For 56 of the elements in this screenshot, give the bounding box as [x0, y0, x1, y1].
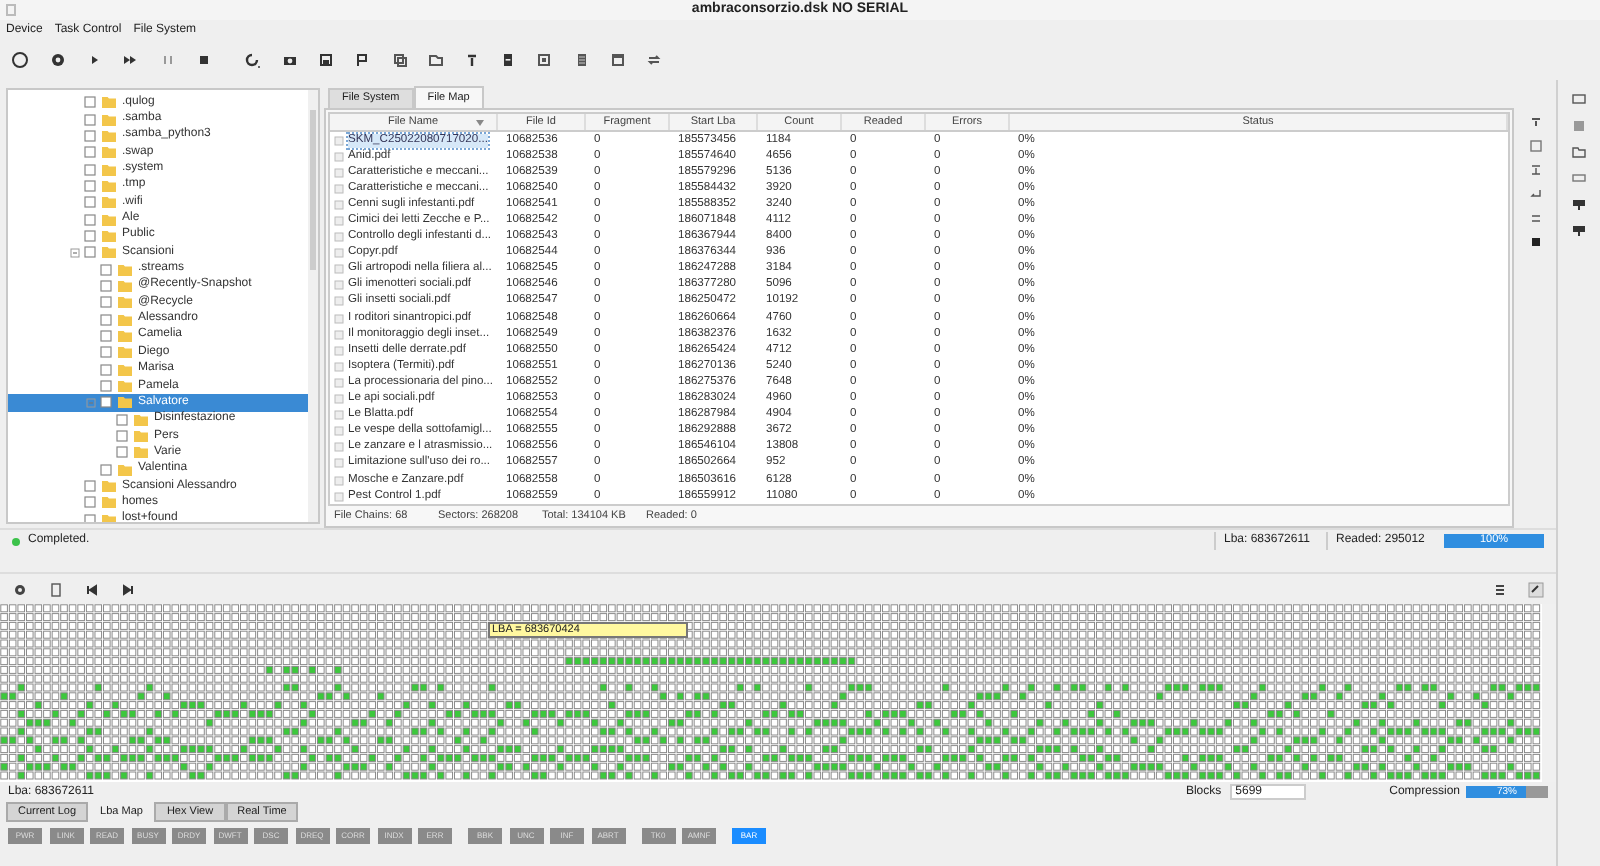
- sync-icon[interactable]: [644, 50, 664, 70]
- checkbox[interactable]: [84, 163, 96, 176]
- checkbox[interactable]: [84, 129, 96, 142]
- folder-icon[interactable]: [1572, 146, 1586, 158]
- pause-icon[interactable]: [158, 50, 178, 70]
- checkbox[interactable]: [100, 463, 112, 476]
- checkbox[interactable]: [84, 513, 96, 522]
- skip-forward-icon[interactable]: [120, 581, 136, 597]
- window-icon[interactable]: [608, 50, 628, 70]
- checkbox[interactable]: [100, 313, 112, 326]
- checkbox[interactable]: [84, 213, 96, 226]
- checkbox[interactable]: [116, 413, 128, 426]
- checkbox[interactable]: [84, 179, 96, 192]
- checkbox[interactable]: [100, 296, 112, 309]
- checkbox[interactable]: [84, 496, 96, 509]
- drive-icon[interactable]: [1572, 198, 1586, 210]
- checkbox[interactable]: [100, 380, 112, 393]
- frame-icon[interactable]: [1529, 140, 1541, 152]
- collapse-icon[interactable]: [70, 247, 80, 258]
- flag-icon[interactable]: [352, 50, 372, 70]
- page-icon[interactable]: [48, 581, 64, 597]
- app-icon: [6, 4, 16, 16]
- checkbox[interactable]: [100, 363, 112, 376]
- gear-icon[interactable]: [12, 581, 28, 597]
- folder-icon[interactable]: [426, 50, 446, 70]
- checkbox[interactable]: [84, 480, 96, 493]
- checkbox[interactable]: [84, 96, 96, 109]
- checkbox[interactable]: [116, 446, 128, 459]
- power-icon[interactable]: [10, 50, 30, 70]
- checkbox[interactable]: [84, 196, 96, 209]
- status-dot-icon: [12, 537, 20, 545]
- checkbox[interactable]: [116, 430, 128, 443]
- checkbox[interactable]: [84, 229, 96, 242]
- checkbox[interactable]: [100, 396, 112, 409]
- checkbox[interactable]: [84, 146, 96, 159]
- stop-icon[interactable]: [1529, 236, 1541, 248]
- fast-forward-icon[interactable]: [120, 50, 140, 70]
- checkbox[interactable]: [100, 346, 112, 359]
- copy-icon[interactable]: [390, 50, 410, 70]
- checkbox[interactable]: [84, 246, 96, 259]
- checkbox[interactable]: [84, 113, 96, 126]
- monitor-icon[interactable]: [1572, 94, 1586, 106]
- drive-icon[interactable]: [1572, 224, 1586, 236]
- list-icon[interactable]: [572, 50, 592, 70]
- refresh-icon[interactable]: [242, 50, 262, 70]
- sort-icon: [476, 120, 484, 126]
- gear-icon[interactable]: [48, 50, 68, 70]
- stop-icon[interactable]: [194, 50, 214, 70]
- scrollbar[interactable]: [308, 90, 318, 522]
- checkbox[interactable]: [100, 279, 112, 292]
- drive-icon[interactable]: [498, 50, 518, 70]
- save-icon[interactable]: [316, 50, 336, 70]
- skip-back-icon[interactable]: [84, 581, 100, 597]
- checkbox[interactable]: [100, 329, 112, 342]
- checkbox[interactable]: [100, 263, 112, 276]
- undo-icon[interactable]: [1529, 188, 1541, 200]
